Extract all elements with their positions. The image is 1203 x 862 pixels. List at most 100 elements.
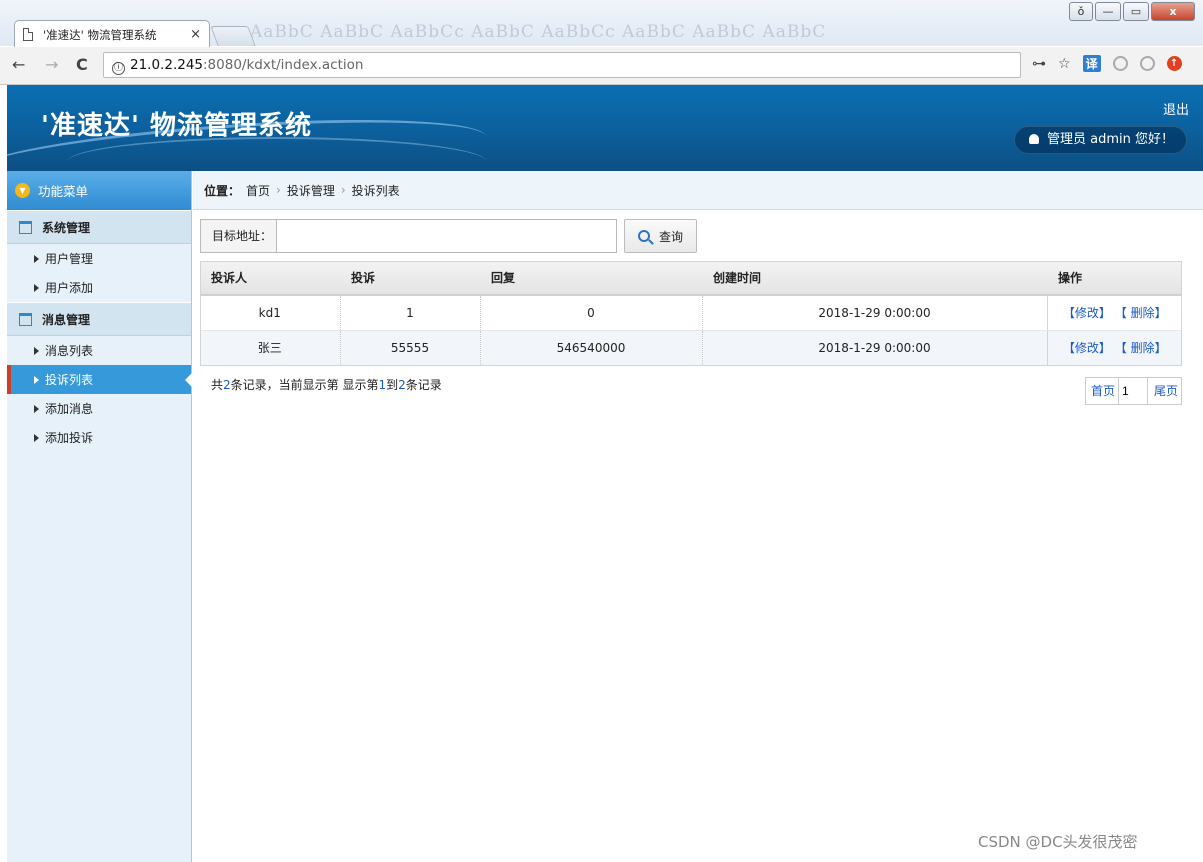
minimize-button[interactable]: — [1095,2,1121,21]
summary-text: 到 [386,378,399,392]
summary-from: 1 [378,378,387,392]
first-page-link[interactable]: 首页 [1086,378,1118,404]
sidebar-item-label: 添加消息 [45,402,94,416]
sidebar-item-complaint-list[interactable]: 投诉列表 [7,365,192,394]
search-bar: 目标地址： 查询 [200,219,698,253]
query-button[interactable]: 查询 [624,219,698,253]
summary-text: 共 [211,378,224,392]
caret-right-icon [34,375,39,384]
sidebar-item-message-list[interactable]: 消息列表 [7,336,191,365]
info-icon[interactable]: ⓘ [112,62,125,75]
query-button-label: 查询 [659,229,684,244]
column-header: 操作 [1047,261,1182,296]
caret-right-icon [34,346,39,355]
cell-actions: 【修改】 【 删除】 [1046,330,1182,366]
sidebar-item-user-manage[interactable]: 用户管理 [7,244,191,273]
table-row: kd1 1 0 2018-1-29 0:00:00 【修改】 【 删除】 [200,295,1182,331]
group-label: 消息管理 [42,312,91,327]
reload-icon[interactable]: C [76,55,88,74]
logout-link[interactable]: 退出 [1163,99,1189,118]
welcome-badge: 管理员 admin 您好！ [1014,126,1187,154]
complaint-table: 投诉人 投诉 回复 创建时间 操作 kd1 1 0 2018-1-29 0:00… [200,261,1182,366]
breadcrumb-label: 位置： [204,183,241,198]
browser-window: AaBbC AaBbC AaBbCc AaBbC AaBbCc AaBbC Aa… [0,0,1203,862]
sidebar-item-label: 投诉列表 [45,373,94,387]
sidebar-item-label: 用户添加 [45,281,94,295]
cell-complaint: 1 [340,295,481,331]
toolbar-icons: ⊶ ☆ 译 ↑ [1032,55,1182,72]
extension-icon[interactable] [1112,56,1128,71]
cell-created: 2018-1-29 0:00:00 [702,295,1048,331]
cell-reply: 546540000 [480,330,703,366]
sidebar: ▼ 功能菜单 系统管理 用户管理 用户添加 消息管理 消息列表 投诉列表 添加消… [7,171,192,862]
cell-actions: 【修改】 【 删除】 [1046,295,1182,331]
record-summary: 共2条记录，当前显示第 显示第1到2条记录 [211,376,442,393]
edit-link[interactable]: 【修改】 [1063,306,1111,320]
menu-header[interactable]: ▼ 功能菜单 [7,171,191,210]
edit-link[interactable]: 【修改】 [1063,341,1111,355]
restore-button[interactable]: ▭ [1123,2,1149,21]
extension-icon-2[interactable] [1139,56,1155,71]
page-number-input[interactable] [1118,378,1148,404]
caret-right-icon [34,283,39,292]
sidebar-item-label: 消息列表 [45,344,94,358]
user-icon [1029,134,1039,144]
sidebar-group-system[interactable]: 系统管理 [7,210,191,244]
close-window-button[interactable]: x [1151,2,1195,21]
calendar-icon [19,220,32,234]
breadcrumb-sep: › [340,183,346,197]
last-page-link[interactable]: 尾页 [1148,378,1181,404]
breadcrumb-sep: › [276,183,281,197]
new-tab-button[interactable] [210,26,256,46]
breadcrumb-complaint-list: 投诉列表 [351,183,400,198]
calendar-icon [19,312,32,326]
back-icon[interactable]: ← [12,55,25,74]
column-header: 投诉人 [200,261,340,296]
sidebar-item-user-add[interactable]: 用户添加 [7,273,191,302]
forward-icon[interactable]: → [45,55,58,74]
breadcrumb: 位置： 首页 › 投诉管理 › 投诉列表 [193,171,1203,210]
app-header: '准速达' 物流管理系统 退出 管理员 admin 您好！ [7,85,1203,171]
delete-link[interactable]: 【 删除】 [1115,306,1167,320]
welcome-text: 管理员 admin 您好！ [1047,132,1174,147]
column-header: 回复 [480,261,702,296]
sidebar-group-message[interactable]: 消息管理 [7,302,191,336]
tab-close-icon[interactable]: × [190,27,201,42]
key-icon[interactable]: ⊶ [1032,56,1046,72]
translate-icon[interactable]: 译 [1082,55,1101,72]
sidebar-item-add-complaint[interactable]: 添加投诉 [7,423,191,452]
address-bar[interactable]: ⓘ 21.0.2.245:8080/kdxt/index.action [103,52,1021,78]
cell-reply: 0 [480,295,703,331]
column-header: 创建时间 [702,261,1047,296]
delete-link[interactable]: 【 删除】 [1115,341,1167,355]
search-label: 目标地址： [200,219,277,253]
table-header-row: 投诉人 投诉 回复 创建时间 操作 [200,261,1182,296]
sidebar-item-label: 添加投诉 [45,431,94,445]
tab-strip: AaBbC AaBbC AaBbCc AaBbC AaBbCc AaBbC Aa… [0,0,1203,48]
user-icon[interactable]: ǒ [1069,2,1093,21]
menu-title: 功能菜单 [38,184,89,199]
browser-tab[interactable]: '准速达' 物流管理系统 × [14,20,210,48]
caret-right-icon [34,254,39,263]
column-header: 投诉 [340,261,480,296]
window-controls: ǒ — ▭ x [1069,2,1195,21]
tab-title: '准速达' 物流管理系统 [43,27,157,42]
summary-text: 条记录 [405,378,442,392]
breadcrumb-complaint-manage[interactable]: 投诉管理 [287,182,335,199]
target-address-input[interactable] [276,219,618,253]
star-icon[interactable]: ☆ [1058,56,1071,72]
search-icon [638,230,650,242]
sidebar-item-add-message[interactable]: 添加消息 [7,394,191,423]
extension-red-icon[interactable]: ↑ [1166,56,1182,71]
summary-text: 条记录，当前显示第 显示第 [230,378,379,392]
browser-toolbar: ← → C ⓘ 21.0.2.245:8080/kdxt/index.action… [0,47,1203,85]
chevron-down-icon: ▼ [15,183,30,198]
watermark: CSDN @DC头发很茂密 [978,833,1138,851]
pagination: 首页 尾页 [1085,377,1182,405]
caret-right-icon [34,404,39,413]
breadcrumb-home[interactable]: 首页 [246,182,270,199]
background-ghost-text: AaBbC AaBbC AaBbCc AaBbC AaBbCc AaBbC Aa… [250,22,827,42]
cell-person: 张三 [200,330,341,366]
table-row: 张三 55555 546540000 2018-1-29 0:00:00 【修改… [200,330,1182,366]
summary-total: 2 [223,378,231,392]
